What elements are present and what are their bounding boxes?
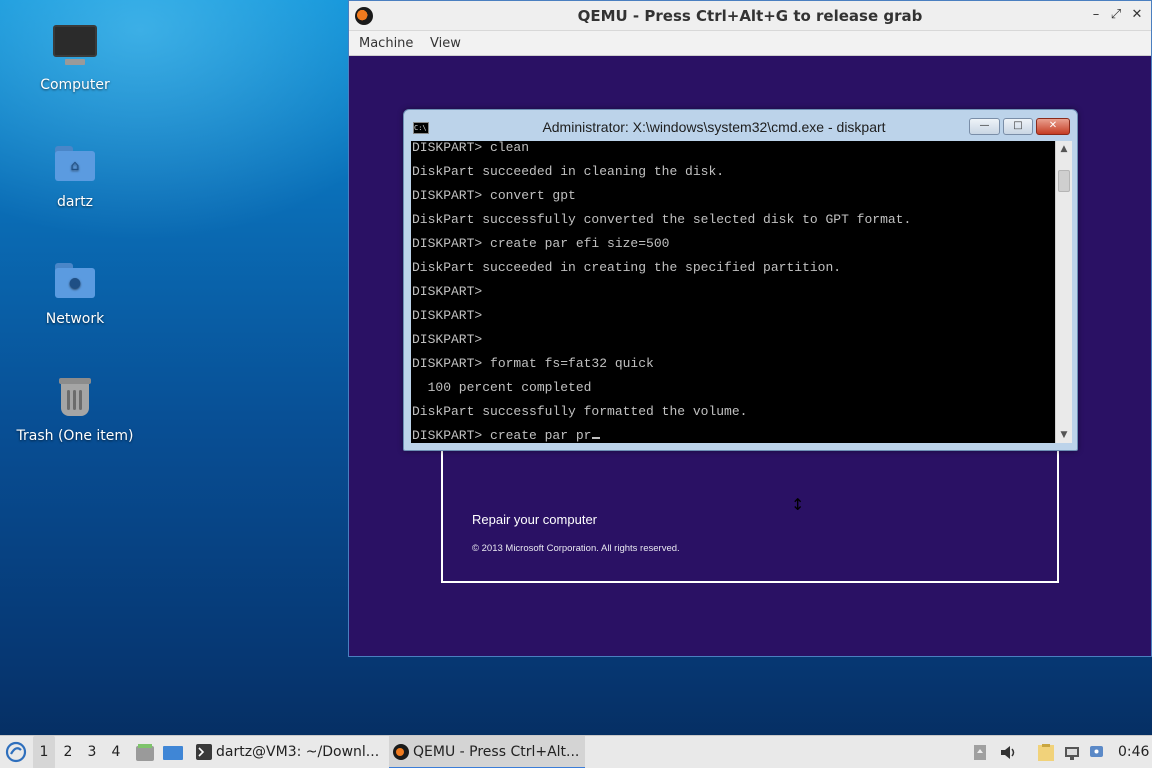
cmd-close-button[interactable]: ✕ <box>1036 118 1070 135</box>
terminal-icon <box>196 744 212 760</box>
tray-drive-icon[interactable] <box>972 744 988 761</box>
maximize-button[interactable]: ⤢ <box>1107 7 1125 22</box>
console-line: DISKPART> clean <box>412 141 530 155</box>
workspace-3[interactable]: 3 <box>81 736 103 768</box>
taskbar: 1 2 3 4 dartz@VM3: ~/Downl... QEMU - Pre… <box>0 735 1152 768</box>
task-label: dartz@VM3: ~/Downl... <box>216 744 380 760</box>
task-label: QEMU - Press Ctrl+Alt... <box>413 744 580 760</box>
clock[interactable]: 0:46 <box>1118 736 1150 768</box>
desktop-icon-computer[interactable]: Computer <box>15 23 135 93</box>
console-input-line[interactable]: DISKPART> create par pr <box>411 429 1055 443</box>
task-terminal[interactable]: dartz@VM3: ~/Downl... <box>192 736 384 768</box>
scroll-down-arrow-icon[interactable]: ▼ <box>1056 427 1072 443</box>
console-line: DISKPART> create par efi size=500 <box>412 236 670 251</box>
desktop-icon-dartz[interactable]: ⌂ dartz <box>15 140 135 210</box>
console-line: DiskPart successfully formatted the volu… <box>412 404 748 419</box>
console-input-text: DISKPART> create par pr <box>412 428 592 443</box>
repair-computer-link[interactable]: Repair your computer <box>472 512 597 527</box>
qemu-menubar: Machine View <box>349 31 1151 56</box>
start-menu-icon <box>5 741 27 763</box>
network-status-icon[interactable] <box>1064 744 1080 761</box>
qemu-window: QEMU - Press Ctrl+Alt+G to release grab … <box>348 0 1152 657</box>
windows-setup-dialog: Repair your computer © 2013 Microsoft Co… <box>441 451 1059 583</box>
console-line: DISKPART> convert gpt <box>412 188 576 203</box>
workspace-2[interactable]: 2 <box>57 736 79 768</box>
cmd-scrollbar[interactable]: ▲ ▼ <box>1055 141 1072 443</box>
trash-icon <box>51 374 99 422</box>
desktop-icon-label: dartz <box>56 194 94 210</box>
workspace-4[interactable]: 4 <box>105 736 127 768</box>
workspace-1[interactable]: 1 <box>33 736 55 768</box>
console-line: DISKPART> format fs=fat32 quick <box>412 356 654 371</box>
qemu-icon <box>393 744 409 760</box>
desktop-icon <box>163 746 183 760</box>
console-line: DISKPART> <box>412 308 483 323</box>
cmd-maximize-button[interactable]: □ <box>1003 118 1033 135</box>
console-line: DiskPart succeeded in cleaning the disk. <box>412 164 725 179</box>
show-desktop-launcher[interactable] <box>161 736 185 768</box>
scroll-up-arrow-icon[interactable]: ▲ <box>1056 141 1072 157</box>
desktop-icon-label: Computer <box>40 77 110 93</box>
text-cursor <box>592 437 601 439</box>
console-line: DiskPart successfully converted the sele… <box>412 212 912 227</box>
vm-display[interactable]: Repair your computer © 2013 Microsoft Co… <box>349 56 1151 656</box>
cmd-window: C:\ Administrator: X:\windows\system32\c… <box>403 109 1078 451</box>
desktop-icon-label: Trash (One item) <box>16 428 134 444</box>
notifications-icon[interactable] <box>1089 744 1105 761</box>
close-button[interactable]: ✕ <box>1128 7 1146 22</box>
cmd-titlebar[interactable]: C:\ Administrator: X:\windows\system32\c… <box>404 110 1077 140</box>
cmd-minimize-button[interactable]: — <box>969 118 1000 135</box>
menu-machine[interactable]: Machine <box>359 36 413 51</box>
qemu-titlebar[interactable]: QEMU - Press Ctrl+Alt+G to release grab … <box>349 1 1151 31</box>
copyright-text: © 2013 Microsoft Corporation. All rights… <box>472 543 680 554</box>
console-line: DiskPart succeeded in creating the speci… <box>412 260 842 275</box>
home-folder-icon: ⌂ <box>51 140 99 188</box>
network-folder-icon: ● <box>51 257 99 305</box>
console-line: DISKPART> <box>412 332 483 347</box>
clipboard-icon[interactable] <box>1036 744 1056 761</box>
console-output[interactable]: DISKPART> clean DiskPart succeeded in cl… <box>411 141 1055 443</box>
desktop-icon-network[interactable]: ● Network <box>15 257 135 327</box>
volume-icon[interactable] <box>1000 744 1016 761</box>
menu-view[interactable]: View <box>430 36 461 51</box>
console-line: 100 percent completed <box>412 380 592 395</box>
desktop-icon-label: Network <box>45 311 105 327</box>
resize-cursor-icon: ↕ <box>791 495 805 514</box>
start-menu-button[interactable] <box>4 736 28 768</box>
file-manager-icon <box>136 744 154 761</box>
computer-icon <box>51 23 99 71</box>
file-manager-launcher[interactable] <box>134 736 156 768</box>
cmd-window-title: Administrator: X:\windows\system32\cmd.e… <box>542 119 886 135</box>
qemu-window-title: QEMU - Press Ctrl+Alt+G to release grab <box>577 7 923 25</box>
minimize-button[interactable]: – <box>1087 7 1105 22</box>
console-line: DISKPART> <box>412 284 483 299</box>
scrollbar-thumb[interactable] <box>1058 170 1070 192</box>
task-qemu[interactable]: QEMU - Press Ctrl+Alt... <box>389 736 585 768</box>
desktop-icon-trash[interactable]: Trash (One item) <box>15 374 135 444</box>
